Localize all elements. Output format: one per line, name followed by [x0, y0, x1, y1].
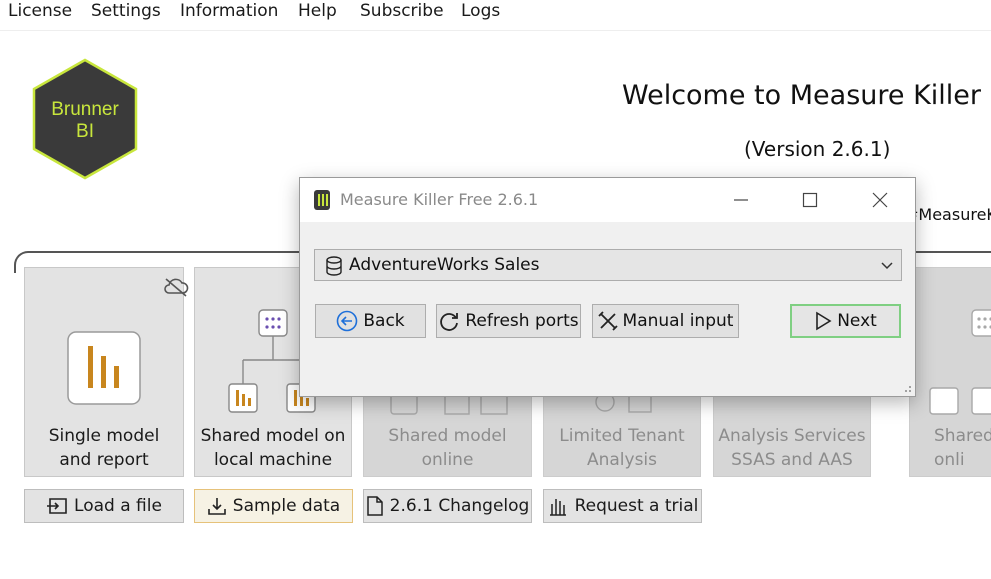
- logo-line2: BI: [76, 121, 94, 142]
- download-icon: [207, 498, 226, 515]
- connect-dialog: Measure Killer Free 2.6.1 AdventureWorks…: [299, 177, 916, 397]
- menu-logs[interactable]: Logs: [461, 0, 500, 22]
- report-bars-icon: [67, 331, 141, 405]
- version-label: (Version 2.6.1): [744, 137, 891, 161]
- tools-icon: [597, 311, 618, 331]
- resize-grip-icon[interactable]: [902, 383, 912, 393]
- dialog-title: Measure Killer Free 2.6.1: [340, 190, 539, 209]
- hand-icon: [549, 499, 566, 516]
- document-icon: [366, 496, 383, 516]
- card-label: Shared onli: [934, 426, 991, 470]
- back-button[interactable]: Back: [315, 304, 426, 338]
- next-button[interactable]: Next: [790, 304, 901, 338]
- card-label: Shared model online: [388, 426, 507, 470]
- app-icon: [314, 190, 330, 210]
- load-file-button[interactable]: Load a file: [24, 489, 184, 523]
- back-arrow-icon: [337, 310, 358, 332]
- card-label: Limited Tenant Analysis: [559, 426, 685, 470]
- report-icons: [929, 387, 991, 415]
- sample-data-label: Sample data: [232, 496, 341, 516]
- menu-information[interactable]: Information: [180, 0, 278, 22]
- card-label: Analysis Services SSAS and AAS: [718, 426, 866, 470]
- manual-input-button[interactable]: Manual input: [592, 304, 739, 338]
- maximize-icon: [802, 192, 818, 208]
- load-file-icon: [47, 498, 67, 514]
- welcome-title: Welcome to Measure Killer: [621, 80, 981, 111]
- refresh-ports-button[interactable]: Refresh ports: [436, 304, 581, 338]
- refresh-icon: [440, 313, 459, 331]
- request-trial-button[interactable]: Request a trial: [543, 489, 702, 523]
- next-label: Next: [837, 311, 877, 331]
- card-single-model[interactable]: Single model and report: [24, 267, 189, 477]
- card-shared-online-2: Shared onli: [909, 267, 991, 477]
- close-icon: [872, 192, 888, 208]
- back-label: Back: [363, 311, 405, 331]
- dialog-titlebar[interactable]: Measure Killer Free 2.6.1: [300, 178, 915, 222]
- model-icon: [971, 309, 991, 337]
- minimize-icon: [734, 199, 748, 201]
- load-file-label: Load a file: [74, 496, 162, 516]
- menu-settings[interactable]: Settings: [91, 0, 161, 22]
- menu-subscribe[interactable]: Subscribe: [360, 0, 444, 22]
- close-button[interactable]: [857, 186, 903, 214]
- card-label: Shared model on local machine: [200, 426, 346, 470]
- brunner-bi-logo: Brunner BI: [30, 57, 140, 181]
- menu-bar: License Settings Information Help Subscr…: [0, 0, 991, 31]
- database-icon: [326, 256, 342, 276]
- menu-help[interactable]: Help: [298, 0, 337, 22]
- manual-label: Manual input: [622, 311, 734, 331]
- refresh-label: Refresh ports: [465, 311, 579, 331]
- selected-model: AdventureWorks Sales: [349, 255, 540, 275]
- sample-data-button[interactable]: Sample data: [194, 489, 353, 523]
- changelog-button[interactable]: 2.6.1 Changelog: [363, 489, 532, 523]
- maximize-button[interactable]: [787, 186, 833, 214]
- logo-line1: Brunner: [51, 99, 119, 120]
- play-icon: [816, 311, 832, 331]
- cloud-off-icon: [164, 278, 189, 297]
- changelog-label: 2.6.1 Changelog: [389, 496, 530, 516]
- hashtag-text: #MeasureK: [905, 205, 991, 224]
- chevron-down-icon: [881, 262, 893, 270]
- model-select[interactable]: AdventureWorks Sales: [314, 249, 902, 281]
- request-trial-label: Request a trial: [574, 496, 699, 516]
- card-label: Single model and report: [48, 426, 160, 470]
- minimize-button[interactable]: [718, 186, 764, 214]
- menu-license[interactable]: License: [8, 0, 72, 22]
